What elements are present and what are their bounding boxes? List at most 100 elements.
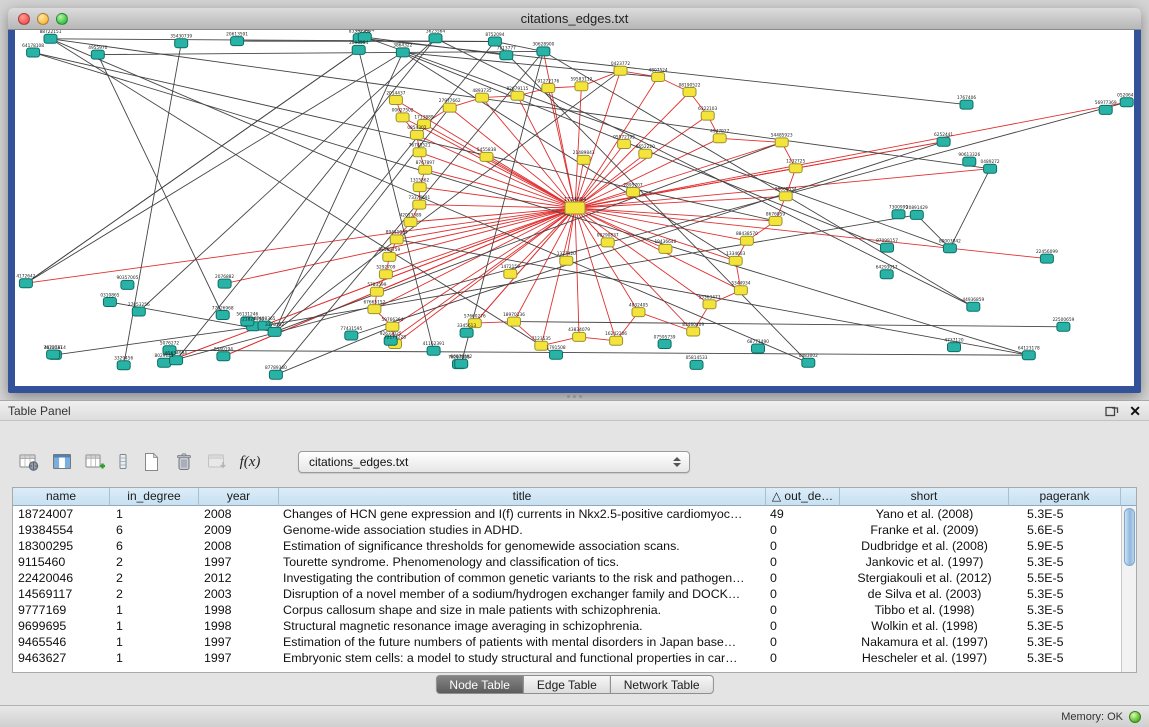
import-table-icon[interactable] bbox=[204, 449, 230, 475]
network-node[interactable] bbox=[480, 152, 493, 161]
network-node[interactable] bbox=[231, 37, 244, 46]
network-node[interactable] bbox=[370, 287, 383, 296]
network-node[interactable] bbox=[404, 218, 417, 227]
table-row[interactable]: 2242004622012Investigating the contribut… bbox=[13, 570, 1121, 586]
network-node[interactable] bbox=[91, 50, 104, 59]
network-node[interactable] bbox=[44, 34, 57, 43]
network-node[interactable] bbox=[396, 48, 409, 57]
network-node[interactable] bbox=[413, 200, 426, 209]
network-node[interactable] bbox=[880, 270, 893, 279]
network-node[interactable] bbox=[121, 280, 134, 289]
column-header-title[interactable]: title bbox=[279, 488, 766, 506]
function-builder-icon[interactable]: f(x) bbox=[237, 449, 263, 475]
network-node[interactable] bbox=[652, 73, 665, 82]
table-row[interactable]: 1456911722003Disruption of a novel membe… bbox=[13, 586, 1121, 602]
network-node[interactable] bbox=[632, 308, 645, 317]
network-canvas[interactable]: 1724094201443700627502085430276785521876… bbox=[15, 30, 1134, 386]
network-node[interactable] bbox=[729, 256, 742, 265]
network-node[interactable] bbox=[511, 91, 524, 100]
close-panel-icon[interactable]: ✕ bbox=[1129, 404, 1141, 418]
network-node[interactable] bbox=[19, 279, 32, 288]
network-node[interactable] bbox=[218, 279, 231, 288]
network-node[interactable] bbox=[1099, 105, 1112, 114]
network-graph[interactable]: 1724094201443700627502085430276785521876… bbox=[15, 30, 1134, 386]
network-node[interactable] bbox=[577, 155, 590, 164]
network-node[interactable] bbox=[687, 327, 700, 336]
network-node[interactable] bbox=[383, 252, 396, 261]
network-node[interactable] bbox=[352, 45, 365, 54]
network-node[interactable] bbox=[389, 96, 402, 105]
float-panel-icon[interactable] bbox=[1105, 404, 1119, 417]
network-node[interactable] bbox=[117, 361, 130, 370]
table-row[interactable]: 1872400712008Changes of HCN gene express… bbox=[13, 506, 1121, 522]
network-node[interactable] bbox=[560, 256, 573, 265]
network-node[interactable] bbox=[508, 317, 521, 326]
network-node[interactable] bbox=[379, 270, 392, 279]
table-row[interactable]: 911546021997Tourette syndrome. Phenomeno… bbox=[13, 554, 1121, 570]
network-node[interactable] bbox=[427, 346, 440, 355]
network-node[interactable] bbox=[740, 236, 753, 245]
network-node[interactable] bbox=[627, 188, 640, 197]
table-row[interactable]: 1830029562008Estimation of significance … bbox=[13, 538, 1121, 554]
column-header-short[interactable]: short bbox=[840, 488, 1009, 506]
new-table-icon[interactable] bbox=[138, 449, 164, 475]
network-node[interactable] bbox=[504, 269, 517, 278]
network-node[interactable] bbox=[269, 370, 282, 379]
show-columns-icon[interactable] bbox=[49, 449, 75, 475]
column-header-in_degree[interactable]: in_degree bbox=[110, 488, 199, 506]
network-node[interactable] bbox=[390, 235, 403, 244]
network-node[interactable] bbox=[217, 352, 230, 361]
network-node[interactable] bbox=[575, 82, 588, 91]
network-node[interactable] bbox=[27, 48, 40, 57]
zoom-window-button[interactable] bbox=[56, 13, 68, 25]
network-node[interactable] bbox=[268, 327, 281, 336]
network-node[interactable] bbox=[345, 331, 358, 340]
panel-resize-grip[interactable] bbox=[563, 394, 585, 399]
network-node[interactable] bbox=[1040, 254, 1053, 263]
network-node[interactable] bbox=[429, 34, 442, 43]
network-node[interactable] bbox=[573, 332, 586, 341]
network-node[interactable] bbox=[963, 157, 976, 166]
network-node[interactable] bbox=[386, 322, 399, 331]
network-node[interactable] bbox=[683, 88, 696, 97]
network-node[interactable] bbox=[550, 350, 563, 359]
network-node[interactable] bbox=[175, 39, 188, 48]
delete-column-icon[interactable] bbox=[115, 449, 131, 475]
network-node[interactable] bbox=[47, 350, 60, 359]
network-node[interactable] bbox=[1120, 98, 1133, 107]
column-header-year[interactable]: year bbox=[199, 488, 279, 506]
network-node[interactable] bbox=[701, 111, 714, 120]
network-node[interactable] bbox=[779, 192, 792, 201]
network-node[interactable] bbox=[639, 149, 652, 158]
table-chooser-dropdown[interactable]: citations_edges.txt bbox=[298, 451, 690, 473]
table-row[interactable]: 946554611997Estimation of the future num… bbox=[13, 634, 1121, 650]
table-scrollbar[interactable] bbox=[1121, 506, 1136, 672]
network-node[interactable] bbox=[542, 84, 555, 93]
network-node[interactable] bbox=[488, 37, 501, 46]
network-node[interactable] bbox=[610, 336, 623, 345]
create-column-icon[interactable] bbox=[82, 449, 108, 475]
close-window-button[interactable] bbox=[18, 13, 30, 25]
network-node[interactable] bbox=[132, 307, 145, 316]
network-node[interactable] bbox=[1022, 351, 1035, 360]
tab-network-table[interactable]: Network Table bbox=[610, 675, 714, 694]
network-node[interactable] bbox=[410, 130, 423, 139]
network-node[interactable] bbox=[937, 137, 950, 146]
tab-edge-table[interactable]: Edge Table bbox=[523, 675, 611, 694]
network-node[interactable] bbox=[690, 360, 703, 369]
network-node[interactable] bbox=[802, 358, 815, 367]
network-node[interactable] bbox=[713, 134, 726, 143]
table-row[interactable]: 1938455462009Genome-wide association stu… bbox=[13, 522, 1121, 538]
network-node[interactable] bbox=[948, 343, 961, 352]
network-node[interactable] bbox=[943, 244, 956, 253]
network-node[interactable] bbox=[396, 113, 409, 122]
network-node[interactable] bbox=[967, 302, 980, 311]
minimize-window-button[interactable] bbox=[37, 13, 49, 25]
network-node[interactable] bbox=[752, 344, 765, 353]
network-node[interactable] bbox=[910, 210, 923, 219]
network-node[interactable] bbox=[476, 93, 489, 102]
network-node[interactable] bbox=[158, 358, 171, 367]
delete-table-icon[interactable] bbox=[171, 449, 197, 475]
table-row[interactable]: 969969511998Structural magnetic resonanc… bbox=[13, 618, 1121, 634]
table-row[interactable]: 946362711997Embryonic stem cells: a mode… bbox=[13, 650, 1121, 666]
